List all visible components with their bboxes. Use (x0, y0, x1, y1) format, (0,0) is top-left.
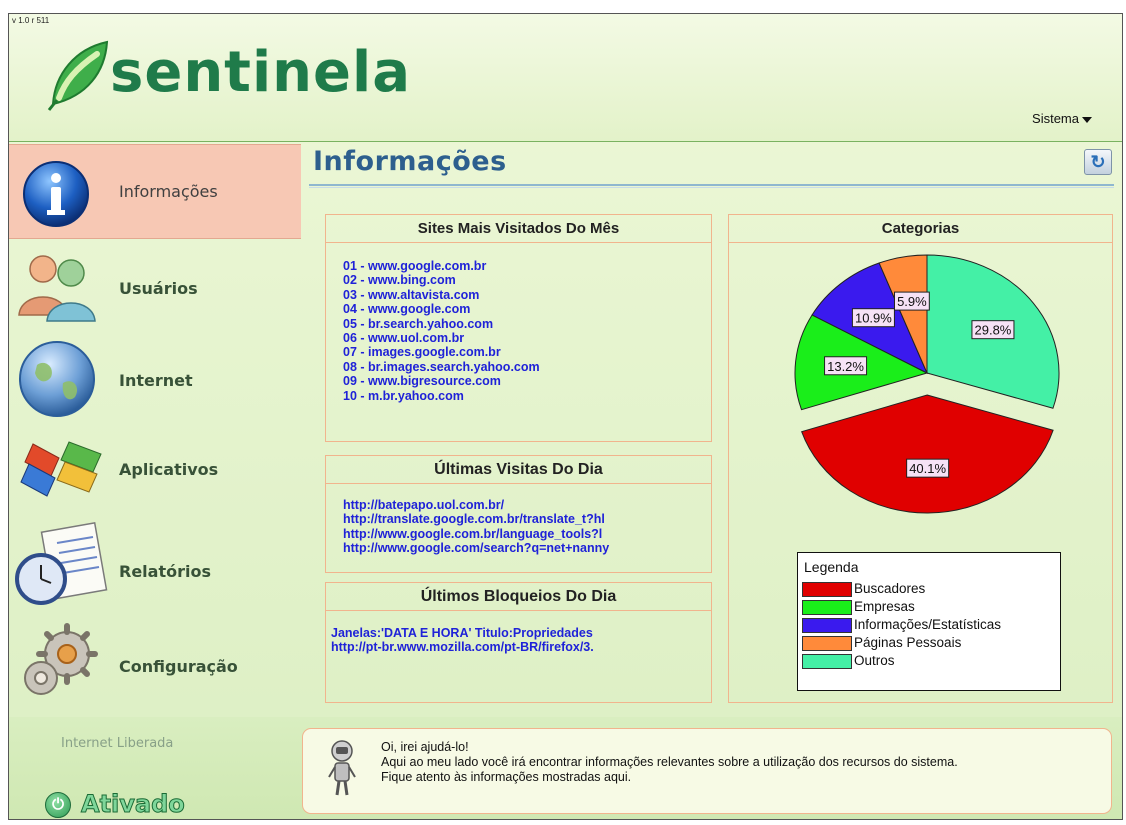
title-divider (309, 184, 1114, 188)
gears-icon (24, 623, 98, 695)
sidebar-item-usuarios[interactable]: Usuários (9, 239, 301, 331)
help-line: Fique atento às informações mostradas aq… (381, 770, 632, 784)
slice-data-label: 29.8% (971, 320, 1015, 340)
globe-icon (19, 341, 95, 417)
app-window: v 1.0 r 511 sentinela Sistema Informaçõe… (8, 13, 1123, 820)
last-blocks-list: Janelas:'DATA E HORA' Titulo:Propriedade… (326, 613, 711, 702)
reports-clock-icon (15, 521, 108, 605)
pie-slice (801, 394, 1054, 514)
panel-title: Últimos Bloqueios Do Dia (326, 583, 711, 611)
list-item: 02 - www.bing.com (343, 273, 456, 288)
list-item: 07 - images.google.com.br (343, 345, 501, 360)
top-sites-panel: Sites Mais Visitados Do Mês 01 - www.goo… (325, 214, 712, 442)
panel-title: Últimas Visitas Do Dia (326, 456, 711, 484)
page-title: Informações (313, 146, 507, 177)
system-menu[interactable]: Sistema (1032, 111, 1092, 126)
help-line: Oi, irei ajudá-lo! (381, 740, 469, 754)
sidebar-item-aplicativos[interactable]: Aplicativos (9, 424, 301, 516)
legend-label: Empresas (854, 599, 915, 614)
svg-text:40.1%: 40.1% (909, 461, 946, 476)
list-item: 04 - www.google.com (343, 302, 471, 317)
list-item: Janelas:'DATA E HORA' Titulo:Propriedade… (331, 626, 593, 640)
system-menu-label: Sistema (1032, 111, 1079, 126)
svg-text:13.2%: 13.2% (827, 359, 864, 374)
help-message: Oi, irei ajudá-lo! Aqui ao meu lado você… (381, 740, 958, 785)
robot-assistant-icon (328, 740, 356, 796)
users-icon (18, 255, 96, 322)
last-blocks-panel: Últimos Bloqueios Do Dia Janelas:'DATA E… (325, 582, 712, 703)
power-icon: ⏻ (45, 792, 71, 818)
list-item: http://pt-br.www.mozilla.com/pt-BR/firef… (331, 640, 594, 655)
header: v 1.0 r 511 sentinela Sistema (9, 14, 1122, 142)
svg-text:10.9%: 10.9% (855, 311, 892, 326)
last-visits-list: http://batepapo.uol.com.br/ http://trans… (326, 486, 711, 572)
legend-label: Buscadores (854, 581, 926, 596)
list-item: http://batepapo.uol.com.br/ (343, 498, 505, 512)
list-item: 01 - www.google.com.br (343, 259, 487, 273)
legend-swatch (802, 618, 852, 633)
pie-chart-svg: 29.8% 40.1% 13.2% 10.9% 5.9% (794, 254, 1060, 514)
list-item: 08 - br.images.search.yahoo.com (343, 359, 540, 374)
sidebar-item-label: Relatórios (119, 562, 211, 581)
legend-swatch (802, 654, 852, 669)
list-item: http://www.google.com.br/language_tools?… (343, 526, 603, 541)
chart-title: Categorias (729, 215, 1112, 243)
list-item: http://www.google.com/search?q=net+nanny (343, 541, 610, 556)
version-label: v 1.0 r 511 (12, 16, 50, 25)
legend-label: Outros (854, 653, 895, 668)
windows-logo-icon (20, 441, 102, 497)
categories-panel: Categorias 29.8% 40.1% 13.2% 10.9% 5.9% Lege… (728, 214, 1113, 703)
chart-legend: Legenda Buscadores Empresas Informações/Es… (797, 552, 1061, 691)
logo-text: sentinela (110, 40, 411, 105)
sidebar-item-informacoes[interactable]: Informações (9, 144, 301, 239)
internet-status-label: Internet Liberada (61, 736, 174, 751)
sidebar-item-configuracao[interactable]: Configuração (9, 610, 301, 702)
legend-title: Legenda (804, 559, 859, 575)
list-item: http://translate.google.com.br/translate… (343, 512, 605, 527)
sidebar-item-relatorios[interactable]: Relatórios (9, 517, 301, 609)
pie-chart: 29.8% 40.1% 13.2% 10.9% 5.9% (729, 245, 1112, 565)
sidebar-item-label: Internet (119, 371, 193, 390)
sidebar: Informações Usuários Internet Aplicativo… (9, 142, 301, 717)
list-item: 05 - br.search.yahoo.com (343, 316, 494, 331)
top-sites-list: 01 - www.google.com.br 02 - www.bing.com… (326, 245, 711, 441)
last-visits-panel: Últimas Visitas Do Dia http://batepapo.u… (325, 455, 712, 573)
list-item: 09 - www.bigresource.com (343, 374, 501, 389)
legend-swatch (802, 600, 852, 615)
legend-label: Páginas Pessoais (854, 635, 962, 650)
slice-data-label: 13.2% (824, 356, 868, 376)
list-item: 03 - www.altavista.com (343, 287, 480, 302)
sidebar-item-label: Usuários (119, 279, 198, 298)
svg-text:29.8%: 29.8% (975, 323, 1012, 338)
list-item: 10 - m.br.yahoo.com (343, 388, 464, 403)
sidebar-item-label: Configuração (119, 657, 238, 676)
legend-swatch (802, 636, 852, 651)
list-item: 06 - www.uol.com.br (343, 331, 465, 346)
chevron-down-icon (1082, 116, 1092, 123)
slice-data-label: 40.1% (906, 458, 950, 478)
sidebar-item-label: Aplicativos (119, 460, 219, 479)
slice-data-label: 5.9% (894, 291, 930, 311)
legend-swatch (802, 582, 852, 597)
logo: sentinela (45, 34, 410, 114)
help-line: Aqui ao meu lado você irá encontrar info… (381, 755, 958, 769)
sidebar-item-internet[interactable]: Internet (9, 331, 301, 423)
panel-title: Sites Mais Visitados Do Mês (326, 215, 711, 243)
sidebar-item-label: Informações (119, 182, 218, 201)
info-icon (23, 161, 89, 227)
legend-label: Informações/Estatísticas (854, 617, 1002, 632)
slice-data-label: 10.9% (851, 308, 895, 328)
activation-label: Ativado (81, 790, 186, 819)
refresh-icon: ↻ (1090, 152, 1106, 172)
refresh-button[interactable]: ↻ (1084, 149, 1112, 175)
leaf-logo-icon (47, 40, 109, 111)
svg-text:5.9%: 5.9% (897, 294, 927, 309)
